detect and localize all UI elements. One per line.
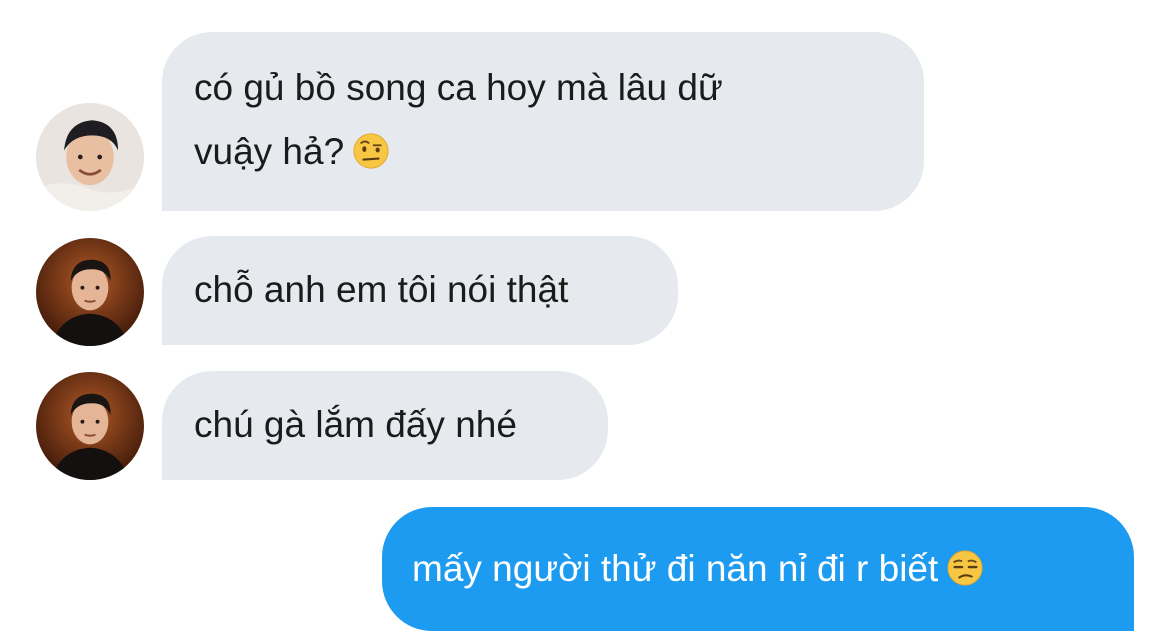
message-text-line: có gủ bồ song ca hoy mà lâu dữ [194, 67, 723, 108]
message-text-line: mấy người thử đi năn nỉ đi r biết [412, 537, 1104, 601]
sender-avatar[interactable] [36, 372, 144, 480]
message-text-line: chỗ anh em tôi nói thật [194, 269, 569, 310]
message-bubble[interactable]: chú gà lắm đấy nhé [162, 371, 608, 480]
message-bubble[interactable]: có gủ bồ song ca hoy mà lâu dữ vuậy hả? [162, 32, 924, 211]
message-text-line: vuậy hả? [194, 120, 892, 184]
sender-avatar[interactable] [36, 238, 144, 346]
unamused-face-emoji-icon [946, 549, 984, 587]
raised-eyebrow-emoji-icon [352, 132, 390, 170]
message-text-line: chú gà lắm đấy nhé [194, 404, 517, 445]
sender-avatar[interactable] [36, 103, 144, 211]
message-bubble[interactable]: chỗ anh em tôi nói thật [162, 236, 678, 345]
message-bubble-outgoing[interactable]: mấy người thử đi năn nỉ đi r biết [382, 507, 1134, 631]
